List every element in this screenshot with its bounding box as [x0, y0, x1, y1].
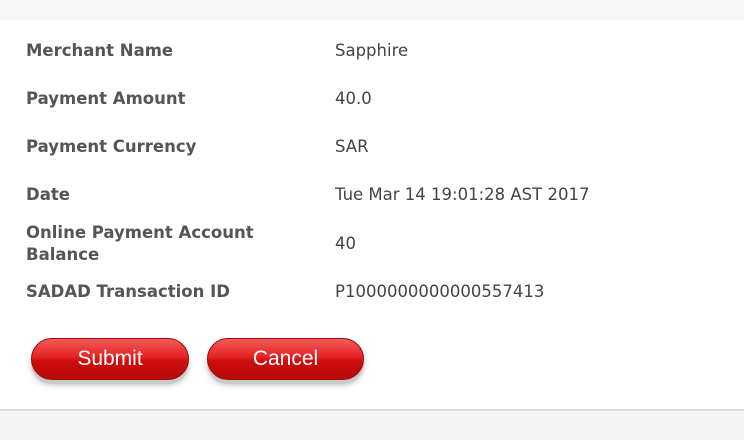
cancel-button[interactable]: Cancel	[207, 338, 364, 380]
transaction-id-value: P1000000000000557413	[335, 282, 545, 301]
merchant-name-label: Merchant Name	[26, 41, 174, 60]
account-balance-value: 40	[335, 234, 356, 253]
detail-row-payment-currency: Payment Currency SAR	[0, 136, 744, 158]
detail-row-transaction-id: SADAD Transaction ID P100000000000055741…	[0, 281, 744, 303]
top-band	[0, 0, 744, 20]
detail-row-account-balance: Online Payment Account Balance 40	[0, 222, 744, 266]
date-label: Date	[26, 185, 70, 204]
merchant-name-value: Sapphire	[335, 41, 409, 60]
account-balance-label: Online Payment Account Balance	[26, 223, 254, 264]
payment-currency-label: Payment Currency	[26, 137, 197, 156]
bottom-band	[0, 411, 744, 440]
detail-row-payment-amount: Payment Amount 40.0	[0, 88, 744, 110]
payment-amount-label: Payment Amount	[26, 89, 186, 108]
submit-button[interactable]: Submit	[31, 338, 189, 380]
payment-amount-value: 40.0	[335, 89, 372, 108]
detail-row-merchant-name: Merchant Name Sapphire	[0, 40, 744, 62]
transaction-id-label: SADAD Transaction ID	[26, 282, 230, 301]
date-value: Tue Mar 14 19:01:28 AST 2017	[335, 185, 590, 204]
payment-details-panel: Merchant Name Sapphire Payment Amount 40…	[0, 20, 744, 411]
payment-currency-value: SAR	[335, 137, 369, 156]
detail-row-date: Date Tue Mar 14 19:01:28 AST 2017	[0, 184, 744, 206]
